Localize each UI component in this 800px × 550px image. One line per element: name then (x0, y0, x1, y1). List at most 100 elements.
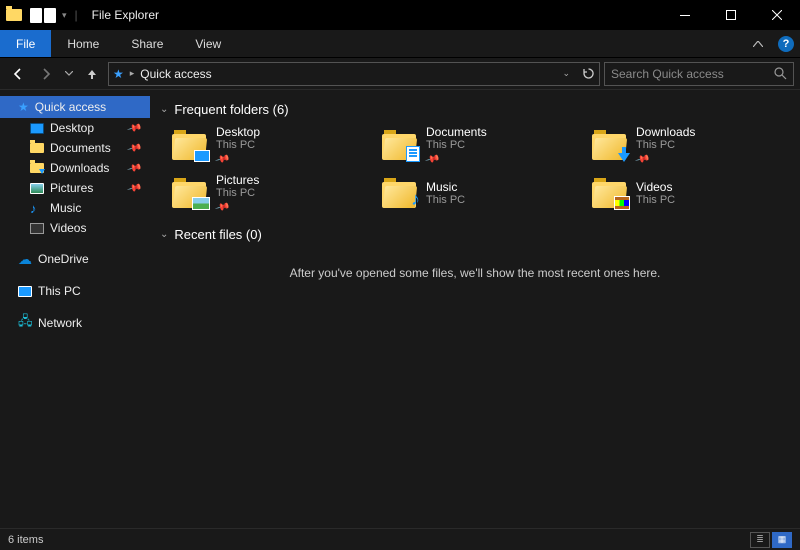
navpane-videos[interactable]: Videos (0, 218, 150, 238)
search-box[interactable]: Search Quick access (604, 62, 794, 86)
group-header-label: Recent files (0) (174, 227, 261, 242)
navpane-thispc[interactable]: This PC (0, 280, 150, 302)
tab-view[interactable]: View (179, 30, 237, 57)
folder-documents[interactable]: DocumentsThis PC📌 (380, 125, 580, 165)
pin-icon: 📌 (424, 152, 440, 168)
group-recent-files[interactable]: ⌄ Recent files (0) (160, 227, 790, 242)
navpane-music[interactable]: ♪ Music (0, 198, 150, 218)
pictures-icon (30, 183, 44, 194)
pin-icon: 📌 (634, 152, 650, 168)
star-icon: ★ (18, 100, 29, 114)
breadcrumb[interactable]: Quick access (140, 67, 211, 81)
chevron-down-icon: ⌄ (160, 229, 168, 240)
item-sub: This PC (426, 194, 465, 206)
item-sub: This PC (216, 139, 260, 151)
view-details-button[interactable]: ≣ (750, 532, 770, 548)
navpane-pictures[interactable]: Pictures 📌 (0, 178, 150, 198)
item-name: Videos (636, 180, 675, 194)
minimize-button[interactable] (662, 0, 708, 30)
recent-locations-button[interactable] (62, 62, 76, 86)
folder-icon: ♪ (382, 178, 418, 208)
content-area: ⌄ Frequent folders (6) DesktopThis PC📌 D… (150, 90, 800, 528)
folder-videos[interactable]: VideosThis PC (590, 173, 790, 213)
up-button[interactable] (80, 62, 104, 86)
view-large-icons-button[interactable]: ▦ (772, 532, 792, 548)
item-name: Documents (426, 125, 487, 139)
documents-icon (30, 143, 44, 153)
search-placeholder: Search Quick access (611, 67, 774, 81)
refresh-button[interactable] (582, 67, 595, 80)
navpane-quick-access-label: Quick access (35, 100, 106, 114)
desktop-icon (30, 123, 44, 134)
folder-icon (172, 130, 208, 160)
status-bar: 6 items ≣ ▦ (0, 528, 800, 550)
folder-downloads[interactable]: DownloadsThis PC📌 (590, 125, 790, 165)
ribbon-tabs: File Home Share View ? (0, 30, 800, 58)
qat-newfolder-icon[interactable] (44, 8, 56, 23)
folder-pictures[interactable]: PicturesThis PC📌 (170, 173, 370, 213)
app-icon (6, 9, 22, 21)
videos-icon (30, 223, 44, 234)
address-separator-icon[interactable]: ▸ (130, 68, 135, 79)
title-bar: ▾ | File Explorer (0, 0, 800, 30)
pin-icon: 📌 (214, 200, 230, 216)
back-button[interactable] (6, 62, 30, 86)
downloads-icon (30, 163, 44, 173)
group-frequent-folders[interactable]: ⌄ Frequent folders (6) (160, 102, 790, 117)
chevron-down-icon: ⌄ (160, 104, 168, 115)
pin-icon: 📌 (214, 152, 230, 168)
tab-share[interactable]: Share (115, 30, 179, 57)
folder-desktop[interactable]: DesktopThis PC📌 (170, 125, 370, 165)
tab-file[interactable]: File (0, 30, 51, 57)
navpane-quick-access[interactable]: ★ Quick access (0, 96, 150, 118)
group-header-label: Frequent folders (6) (174, 102, 288, 117)
pin-icon: 📌 (126, 120, 142, 136)
navigation-row: ★ ▸ Quick access ⌄ Search Quick access (0, 58, 800, 90)
pin-icon: 📌 (126, 140, 142, 156)
item-sub: This PC (426, 139, 487, 151)
qat-dropdown-icon[interactable]: ▾ (62, 10, 67, 21)
navpane-desktop[interactable]: Desktop 📌 (0, 118, 150, 138)
navpane-downloads[interactable]: Downloads 📌 (0, 158, 150, 178)
ribbon-collapse-button[interactable] (744, 30, 772, 57)
address-dropdown-icon[interactable]: ⌄ (562, 68, 570, 79)
navpane-item-label: This PC (38, 284, 81, 298)
item-sub: This PC (216, 187, 259, 199)
navpane-item-label: Desktop (50, 121, 94, 135)
folder-icon (382, 130, 418, 160)
navpane-item-label: Pictures (50, 181, 93, 195)
maximize-button[interactable] (708, 0, 754, 30)
item-sub: This PC (636, 194, 675, 206)
folder-icon (172, 178, 208, 208)
item-name: Desktop (216, 125, 260, 139)
forward-button[interactable] (34, 62, 58, 86)
pin-icon: 📌 (126, 160, 142, 176)
folder-icon (592, 130, 628, 160)
folder-icon (592, 178, 628, 208)
navpane-item-label: Documents (50, 141, 111, 155)
window-title: File Explorer (92, 8, 159, 22)
item-name: Pictures (216, 173, 259, 187)
navpane-item-label: OneDrive (38, 252, 89, 266)
search-icon (774, 67, 787, 80)
navpane-onedrive[interactable]: ☁ OneDrive (0, 248, 150, 270)
help-button[interactable]: ? (772, 30, 800, 57)
folder-music[interactable]: ♪ MusicThis PC (380, 173, 580, 213)
item-name: Music (426, 180, 465, 194)
status-item-count: 6 items (8, 534, 43, 546)
recent-files-empty-message: After you've opened some files, we'll sh… (160, 266, 790, 280)
address-bar[interactable]: ★ ▸ Quick access ⌄ (108, 62, 600, 86)
close-button[interactable] (754, 0, 800, 30)
navigation-pane: ★ Quick access Desktop 📌 Documents 📌 Dow… (0, 90, 150, 528)
navpane-item-label: Downloads (50, 161, 109, 175)
navpane-item-label: Videos (50, 221, 86, 235)
navpane-item-label: Network (38, 316, 82, 330)
qat-properties-icon[interactable] (30, 8, 42, 23)
navpane-documents[interactable]: Documents 📌 (0, 138, 150, 158)
pin-icon: 📌 (126, 180, 142, 196)
thispc-icon (18, 286, 32, 297)
tab-home[interactable]: Home (51, 30, 115, 57)
navpane-network[interactable]: 🖧 Network (0, 312, 150, 334)
quick-access-icon: ★ (113, 67, 124, 81)
music-icon: ♪ (30, 201, 44, 216)
